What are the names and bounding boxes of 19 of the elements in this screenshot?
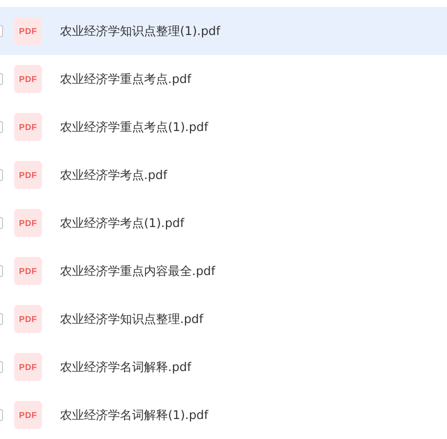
file-name: 农业经济学重点内容最全.pdf xyxy=(60,262,216,280)
pdf-file-icon: PDF xyxy=(14,305,42,333)
pdf-file-icon: PDF xyxy=(14,209,42,237)
pdf-file-icon: PDF xyxy=(14,257,42,285)
file-name: 农业经济学知识点整理.pdf xyxy=(60,310,204,328)
pdf-file-icon: PDF xyxy=(14,113,42,141)
pdf-file-icon: PDF xyxy=(14,353,42,381)
file-name: 农业经济学名词解释.pdf xyxy=(60,358,192,376)
file-name: 农业经济学名词解释(1).pdf xyxy=(60,406,208,424)
file-name: 农业经济学知识点整理(1).pdf xyxy=(60,22,220,40)
file-name: 农业经济学考点(1).pdf xyxy=(60,214,184,232)
file-name: 农业经济学重点考点.pdf xyxy=(60,70,192,88)
file-row[interactable]: PDF 农业经济学知识点整理(1).pdf xyxy=(0,7,447,55)
pdf-file-icon: PDF xyxy=(14,161,42,189)
file-name: 农业经济学重点考点(1).pdf xyxy=(60,118,208,136)
pdf-file-icon: PDF xyxy=(14,401,42,429)
pdf-file-icon: PDF xyxy=(14,65,42,93)
pdf-file-icon: PDF xyxy=(14,17,42,45)
file-name: 农业经济学考点.pdf xyxy=(60,166,168,184)
